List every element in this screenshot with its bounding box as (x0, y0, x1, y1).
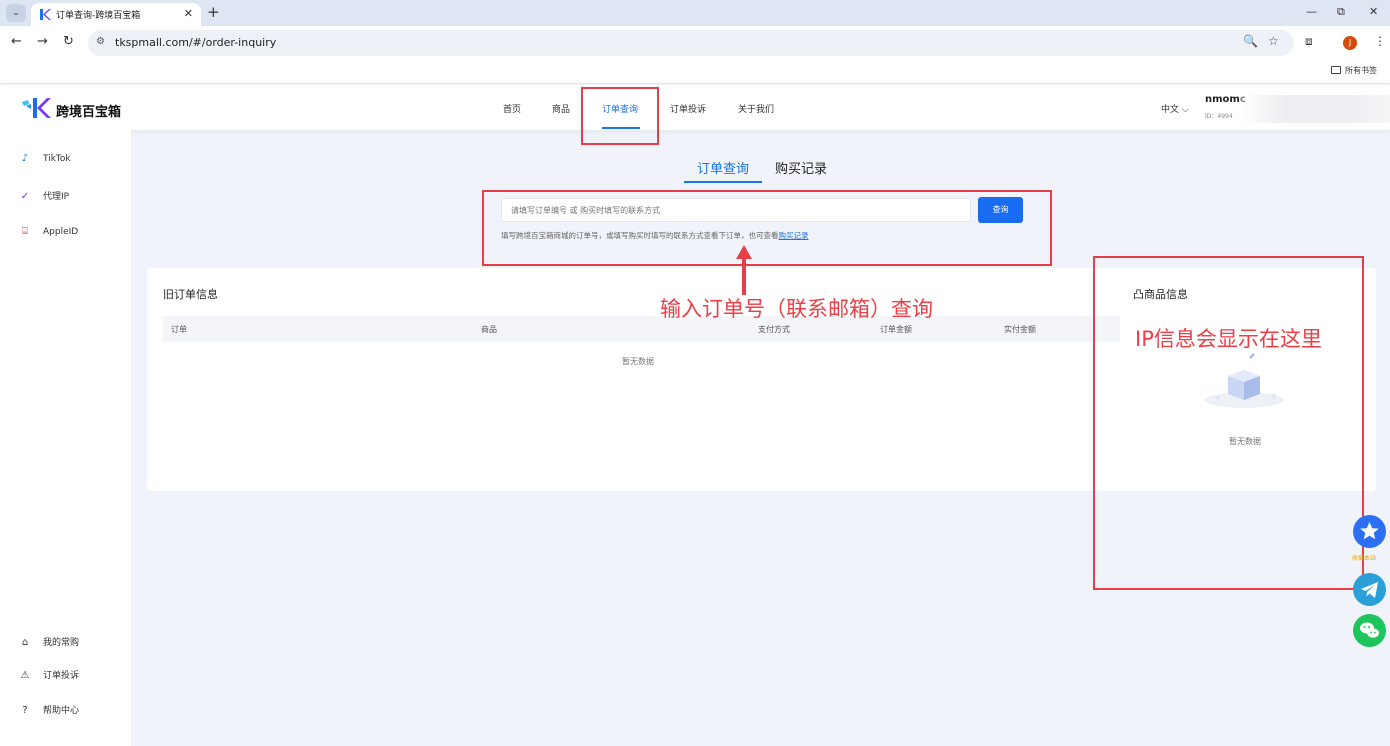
order-empty-text: 暂无数据 (622, 357, 654, 366)
chevron-down-icon: ⌵ (1181, 105, 1189, 115)
sidebar-item-tiktok[interactable]: ♪ TikTok (18, 153, 71, 164)
order-table-header: 订单 商品 支付方式 订单金额 实付金额 (163, 316, 1120, 342)
tab-active-underline (684, 181, 762, 183)
user-id: ID：4994 (1205, 113, 1233, 120)
left-sidebar (0, 130, 131, 746)
column-product: 商品 (481, 325, 497, 334)
browser-tabstrip: ⌄ 订单查询-跨境百宝箱 ✕ + — ⧉ ✕ (0, 0, 1390, 26)
help-icon: ? (22, 705, 28, 716)
sidebar-item-my-purchases[interactable]: ⌂ 我的常购 (18, 635, 79, 648)
logo-text: 跨境百宝箱 (56, 105, 122, 120)
tab-search-chevron-icon[interactable]: ⌄ (6, 4, 26, 22)
wechat-icon (1360, 622, 1379, 638)
browser-tab[interactable]: 订单查询-跨境百宝箱 ✕ (31, 3, 201, 26)
logo-mark-icon (22, 98, 51, 118)
zoom-icon[interactable]: 🔍 (1243, 34, 1258, 48)
bag-icon: ⌂ (21, 637, 29, 648)
url-text[interactable]: tkspmall.com/#/order-inquiry (115, 36, 276, 49)
apple-id-icon: ⌸ (22, 226, 28, 237)
all-bookmarks-button[interactable]: 所有书签 (1331, 65, 1377, 76)
favorite-site-label: 收藏本站 (1352, 555, 1377, 562)
language-selector[interactable]: 中文 ⌵ (1161, 102, 1189, 115)
sidebar-item-complaint[interactable]: ⚠ 订单投诉 (18, 668, 80, 681)
wechat-button[interactable] (1353, 614, 1386, 647)
minimize-icon[interactable]: — (1306, 5, 1317, 18)
tab-close-icon[interactable]: ✕ (184, 7, 193, 20)
site-header: 跨境百宝箱 首页 商品 订单查询 订单投诉 关于我们 中文 ⌵ nmomc ID… (0, 85, 1390, 130)
sidebar-item-help[interactable]: ? 帮助中心 (18, 703, 79, 716)
address-bar[interactable]: ⚙ tkspmall.com/#/order-inquiry 🔍 ☆ (88, 30, 1294, 56)
sidebar-item-label: 代理IP (43, 192, 70, 202)
sidebar-item-label: 订单投诉 (43, 671, 80, 681)
annotation-box-product (1093, 256, 1364, 590)
annotation-search-note: 输入订单号（联系邮箱）查询 (660, 297, 933, 321)
favorite-site-button[interactable] (1353, 515, 1386, 548)
nav-about-us[interactable]: 关于我们 (738, 102, 774, 115)
column-order-amount: 订单金额 (880, 325, 912, 334)
column-payment-method: 支付方式 (758, 325, 790, 334)
back-icon[interactable]: ← (11, 34, 22, 49)
bookmark-star-icon[interactable]: ☆ (1268, 34, 1279, 48)
sidebar-item-apple-id[interactable]: ⌸ AppleID (18, 226, 78, 237)
window-close-icon[interactable]: ✕ (1369, 5, 1378, 18)
annotation-ip-note: IP信息会显示在这里 (1135, 327, 1322, 351)
bookmarks-bar: 所有书签 (0, 60, 1390, 84)
forward-icon[interactable]: → (37, 34, 48, 49)
telegram-button[interactable] (1353, 573, 1386, 606)
browser-toolbar: ← → ↻ ⚙ tkspmall.com/#/order-inquiry 🔍 ☆… (0, 26, 1390, 60)
nav-home[interactable]: 首页 (503, 102, 521, 115)
nav-order-complaint[interactable]: 订单投诉 (670, 102, 706, 115)
column-order: 订单 (171, 325, 187, 334)
site-info-icon[interactable]: ⚙ (96, 36, 105, 47)
annotation-arrow-icon (736, 245, 752, 295)
site-favicon-icon (40, 9, 51, 20)
annotation-box-search (482, 190, 1052, 266)
telegram-icon (1361, 582, 1378, 598)
new-tab-icon[interactable]: + (207, 3, 220, 21)
star-icon (1360, 522, 1379, 540)
sidebar-item-label: 帮助中心 (43, 706, 80, 716)
browser-menu-icon[interactable]: ⋮ (1374, 34, 1386, 48)
sidebar-item-proxy-ip[interactable]: ✓ 代理IP (18, 189, 69, 202)
nav-products[interactable]: 商品 (552, 102, 570, 115)
sidebar-item-label: 我的常购 (43, 638, 80, 648)
sidebar-item-label: AppleID (43, 227, 79, 237)
redaction-blur (1240, 95, 1390, 123)
tiktok-icon: ♪ (21, 153, 29, 164)
reload-icon[interactable]: ↻ (63, 34, 74, 49)
extensions-icon[interactable]: ⧈ (1305, 34, 1313, 49)
all-bookmarks-label: 所有书签 (1345, 66, 1377, 75)
profile-avatar[interactable]: J (1343, 36, 1357, 50)
order-info-title: 旧订单信息 (163, 288, 218, 301)
tab-title: 订单查询-跨境百宝箱 (56, 11, 141, 21)
column-paid-amount: 实付金额 (1004, 325, 1036, 334)
annotation-box-nav (581, 87, 659, 145)
tab-order-inquiry[interactable]: 订单查询 (697, 158, 749, 177)
warning-icon: ⚠ (20, 670, 30, 681)
language-label: 中文 (1161, 105, 1180, 115)
proxy-ip-icon: ✓ (20, 191, 30, 202)
restore-icon[interactable]: ⧉ (1337, 5, 1345, 19)
sidebar-item-label: TikTok (43, 154, 71, 164)
tab-purchase-history[interactable]: 购买记录 (775, 158, 827, 177)
folder-icon (1331, 66, 1341, 74)
